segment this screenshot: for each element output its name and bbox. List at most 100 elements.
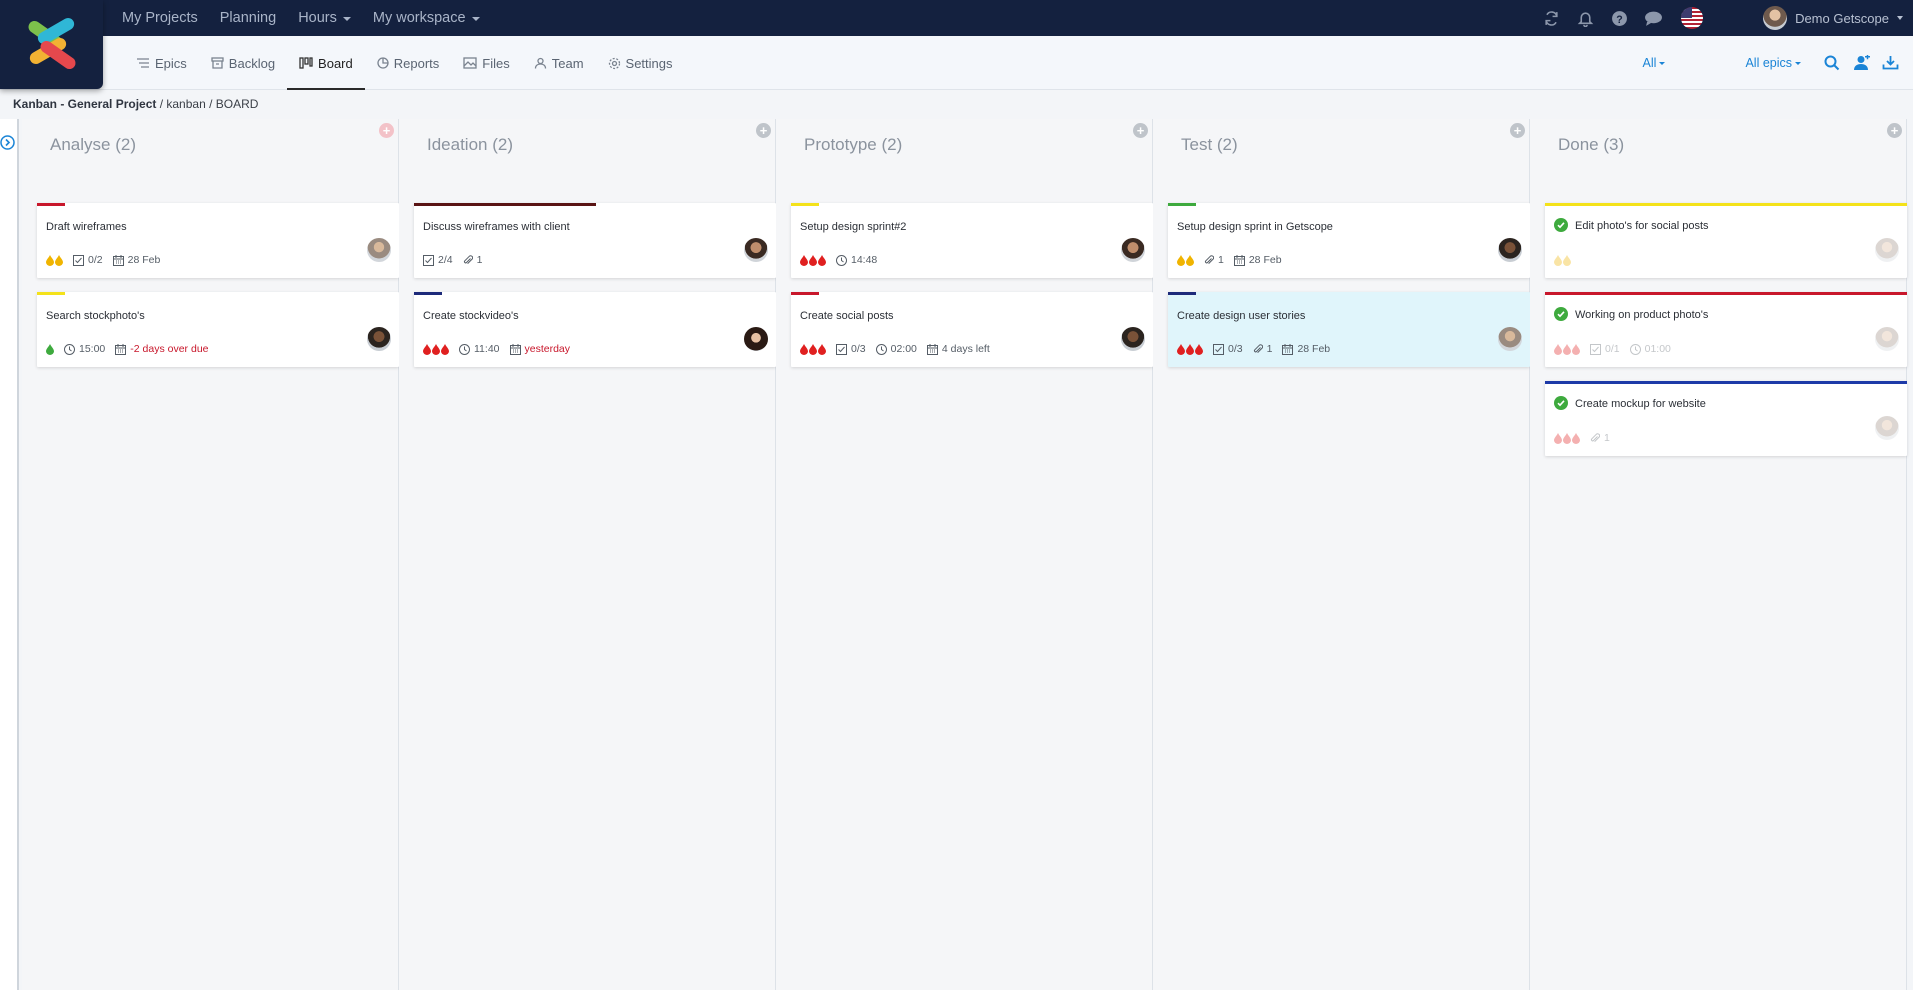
task-card[interactable]: Setup design sprint in Getscope 1 28 Feb: [1168, 203, 1530, 278]
top-nav-item-my-workspace[interactable]: My workspace: [373, 10, 480, 26]
search-icon[interactable]: [1823, 54, 1841, 72]
meta-value: yesterday: [524, 343, 571, 355]
refresh-icon[interactable]: [1541, 8, 1561, 28]
help-icon[interactable]: ?: [1609, 8, 1629, 28]
card-title: Setup design sprint in Getscope: [1177, 221, 1333, 233]
tab-reports[interactable]: Reports: [365, 36, 452, 90]
add-card-icon[interactable]: +: [1133, 123, 1148, 138]
meta-value: 28 Feb: [1297, 343, 1331, 355]
task-card[interactable]: Create stockvideo's 11:40 yesterday: [414, 292, 776, 367]
meta-value: 1: [1266, 343, 1273, 355]
done-check-icon: [1554, 396, 1568, 410]
task-card[interactable]: Discuss wireframes with client 2/4 1: [414, 203, 776, 278]
top-nav-item-hours[interactable]: Hours: [298, 10, 351, 26]
download-icon[interactable]: [1881, 54, 1899, 72]
tab-files[interactable]: Files: [451, 36, 521, 90]
meta-checklist: 0/1: [1590, 343, 1620, 355]
epics-icon: [137, 58, 149, 68]
expand-sidebar-icon[interactable]: [0, 133, 15, 151]
card-meta: 2/4 1: [423, 253, 482, 267]
calendar-icon: [509, 343, 521, 355]
task-card[interactable]: Create social posts 0/3 02:00 4 days left: [791, 292, 1153, 367]
add-card-icon[interactable]: +: [1887, 123, 1902, 138]
task-card[interactable]: Working on product photo's 0/1 01:00: [1545, 292, 1907, 367]
meta-value: 01:00: [1644, 343, 1671, 355]
us-flag-icon[interactable]: [1681, 7, 1704, 29]
pie-chart-icon: [377, 57, 389, 69]
calendar-icon: [926, 343, 938, 355]
assignee-avatar[interactable]: [744, 327, 768, 351]
tab-settings[interactable]: Settings: [596, 36, 685, 90]
add-user-icon[interactable]: [1852, 54, 1870, 72]
add-card-icon[interactable]: +: [1510, 123, 1525, 138]
top-nav-label: Planning: [219, 10, 277, 26]
top-nav-item-my-projects[interactable]: My Projects: [122, 10, 198, 26]
epic-filter-dropdown[interactable]: All epics: [1745, 56, 1801, 70]
app-logo[interactable]: [0, 0, 103, 89]
assignee-avatar[interactable]: [367, 327, 391, 351]
card-meta: 0/2 28 Feb: [46, 253, 160, 267]
left-sidebar-strip: [0, 119, 19, 990]
column-title: Test (2): [1181, 135, 1238, 154]
task-card[interactable]: Draft wireframes 0/2 28 Feb: [37, 203, 399, 278]
priority-icon: [800, 254, 826, 266]
assignee-filter-dropdown[interactable]: All: [1643, 56, 1666, 70]
column-title: Analyse (2): [50, 135, 136, 154]
tab-team[interactable]: Team: [522, 36, 596, 90]
clock-icon: [875, 343, 887, 355]
card-title: Create mockup for website: [1575, 398, 1706, 410]
task-card[interactable]: Search stockphoto's 15:00 -2 days over due: [37, 292, 399, 367]
board-column: Test (2) + Setup design sprint in Getscope…: [1153, 119, 1530, 990]
tab-epics[interactable]: Epics: [124, 36, 199, 90]
task-card[interactable]: Create design user stories 0/3 1 28 Feb: [1168, 292, 1530, 367]
assignee-avatar[interactable]: [1875, 327, 1899, 351]
epic-filter-label: All epics: [1745, 56, 1792, 70]
meta-paperclip: 1: [1590, 432, 1610, 444]
meta-calendar: 28 Feb: [1282, 343, 1330, 355]
meta-value: 28 Feb: [127, 254, 161, 266]
epic-color-bar: [791, 203, 819, 206]
board-column: Analyse (2) + Draft wireframes 0/2 28 Feb Sea…: [22, 119, 399, 990]
assignee-avatar[interactable]: [367, 238, 391, 262]
top-right-tools: ? Demo Getscope: [1541, 0, 1913, 36]
project-tabs: Epics Backlog Board Reports Files Team S…: [124, 36, 685, 90]
bell-icon[interactable]: [1575, 8, 1595, 28]
task-card[interactable]: Setup design sprint#2 14:48: [791, 203, 1153, 278]
add-card-icon[interactable]: +: [379, 123, 394, 138]
chat-icon[interactable]: [1643, 8, 1663, 28]
meta-value: 0/3: [851, 343, 866, 355]
user-menu[interactable]: Demo Getscope: [1763, 6, 1903, 30]
top-nav-item-planning[interactable]: Planning: [220, 10, 276, 26]
meta-calendar: yesterday: [509, 343, 571, 355]
meta-paperclip: 1: [1204, 254, 1224, 266]
user-avatar: [1763, 6, 1788, 30]
assignee-avatar[interactable]: [1498, 327, 1522, 351]
breadcrumb-path: / kanban / BOARD: [156, 97, 259, 111]
meta-value: 4 days left: [941, 343, 990, 355]
card-list: Edit photo's for social posts Working on …: [1545, 203, 1907, 470]
archive-icon: [211, 57, 224, 69]
svg-text:?: ?: [1616, 13, 1622, 25]
image-icon: [463, 57, 477, 69]
chevron-down-icon: [471, 17, 480, 21]
tab-backlog[interactable]: Backlog: [199, 36, 287, 90]
kanban-board: Analyse (2) + Draft wireframes 0/2 28 Feb Sea…: [22, 119, 1913, 990]
assignee-avatar[interactable]: [1875, 416, 1899, 440]
task-card[interactable]: Edit photo's for social posts: [1545, 203, 1907, 278]
meta-clock: 15:00: [64, 343, 105, 355]
meta-paperclip: 1: [463, 254, 482, 266]
tab-settings-label: Settings: [625, 55, 673, 71]
meta-value: -2 days over due: [130, 343, 209, 355]
tab-board[interactable]: Board: [287, 36, 365, 90]
assignee-avatar[interactable]: [1121, 238, 1145, 262]
assignee-avatar[interactable]: [1875, 238, 1899, 262]
clock-icon: [459, 343, 470, 355]
assignee-avatar[interactable]: [744, 238, 768, 262]
assignee-avatar[interactable]: [1498, 238, 1522, 262]
assignee-avatar[interactable]: [1121, 327, 1145, 351]
meta-value: 0/2: [88, 254, 103, 266]
card-list: Draft wireframes 0/2 28 Feb Search stockpho…: [37, 203, 399, 381]
add-card-icon[interactable]: +: [756, 123, 771, 138]
task-card[interactable]: Create mockup for website 1: [1545, 381, 1907, 456]
breadcrumb-project-link[interactable]: Kanban - General Project: [13, 97, 156, 111]
